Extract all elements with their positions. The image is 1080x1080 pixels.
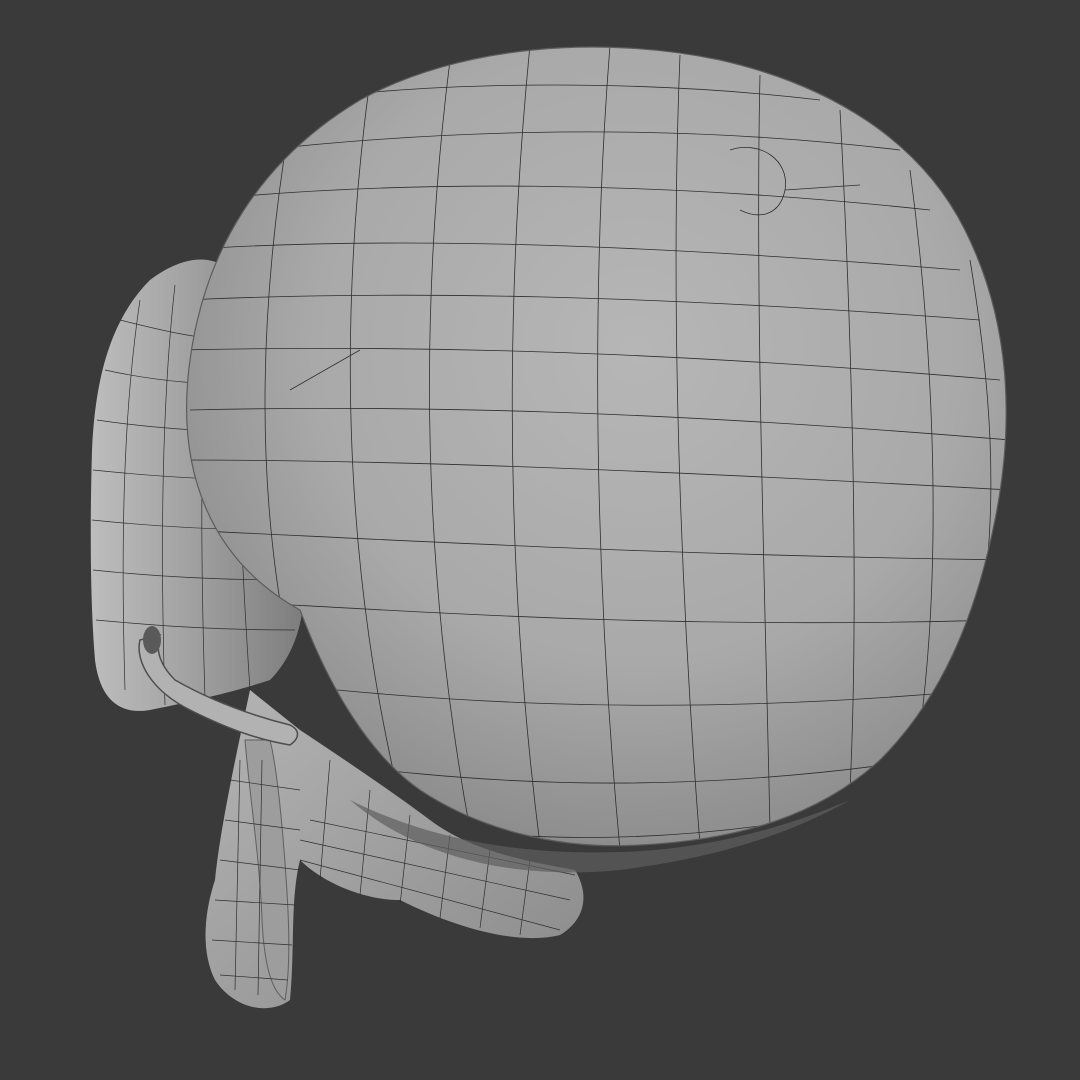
cranium [186, 46, 1007, 847]
3d-viewport[interactable] [0, 0, 1080, 1080]
skull-render [90, 46, 1007, 1009]
